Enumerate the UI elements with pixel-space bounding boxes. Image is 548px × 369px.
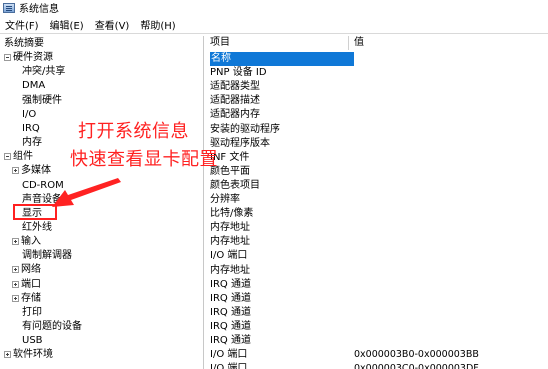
display-highlight-box <box>13 204 57 220</box>
annotation-arrow <box>52 178 121 207</box>
annotation-arrow-shape <box>52 178 121 207</box>
